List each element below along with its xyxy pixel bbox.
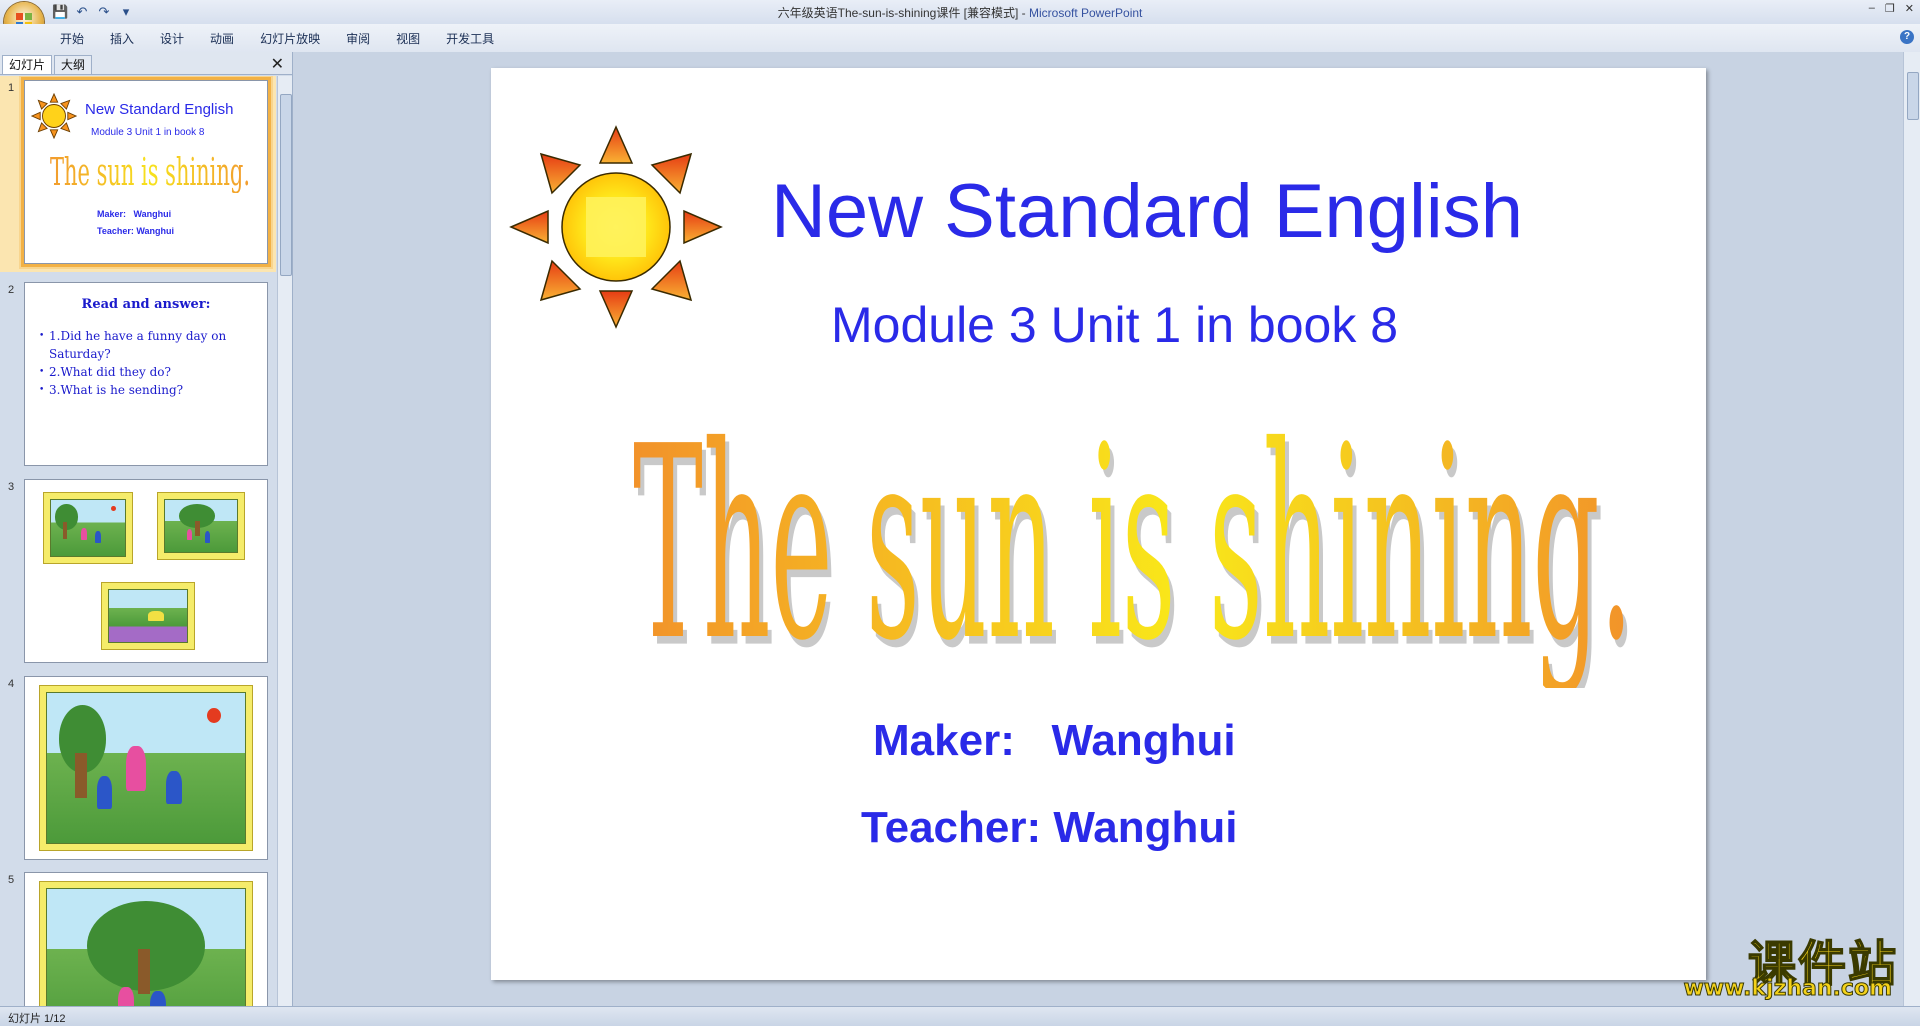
slide-editing-area: New Standard English Module 3 Unit 1 in …: [293, 52, 1903, 1006]
document-title: 六年级英语The-sun-is-shining课件 [兼容模式] -: [777, 6, 1029, 20]
thumb-heading: Read and answer:: [81, 297, 211, 312]
question-list: 1.Did he have a funny day on Saturday? 2…: [39, 327, 259, 399]
tab-review[interactable]: 审阅: [346, 30, 384, 47]
slide-number: 2: [8, 284, 15, 296]
picture: [101, 582, 195, 650]
slide-number: 3: [8, 481, 15, 493]
list-item: 3.What is he sending?: [39, 381, 259, 399]
help-icon[interactable]: ?: [1900, 30, 1914, 44]
slide-position: 幻灯片 1/12: [8, 1013, 66, 1025]
picture: [43, 492, 133, 564]
watermark-url: www.kjzhan.com: [1683, 976, 1893, 1002]
thumb-subtitle: Module 3 Unit 1 in book 8: [91, 127, 205, 138]
close-icon[interactable]: ✕: [1905, 2, 1914, 15]
thumb-teacher: Teacher: Wanghui: [97, 226, 175, 236]
close-panel-icon[interactable]: ✕: [271, 54, 284, 74]
tab-outline[interactable]: 大纲: [54, 55, 93, 74]
tab-slides[interactable]: 幻灯片: [2, 55, 53, 74]
window-controls: – ❐ ✕: [1869, 2, 1914, 15]
ribbon: 开始 插入 设计 动画 幻灯片放映 审阅 视图 开发工具 ?: [0, 24, 1920, 53]
sun-icon: [31, 93, 77, 139]
slide-thumbnails: 1 New Standard English Module 3 Unit 1 i…: [0, 76, 276, 1006]
slide-preview: [24, 479, 268, 663]
slide-subtitle[interactable]: Module 3 Unit 1 in book 8: [831, 296, 1631, 354]
list-item: 2.What did they do?: [39, 363, 259, 381]
panel-tabs: 幻灯片 大纲 ✕: [0, 52, 292, 75]
slide-title[interactable]: New Standard English: [771, 168, 1671, 255]
picture: [157, 492, 245, 560]
tab-home[interactable]: 开始: [60, 30, 98, 47]
slides-panel: 幻灯片 大纲 ✕ 1 New Standard English Module 3…: [0, 52, 293, 1006]
teacher-line[interactable]: Teacher: Wanghui: [861, 803, 1237, 853]
ribbon-tabs: 开始 插入 设计 动画 幻灯片放映 审阅 视图 开发工具: [60, 30, 520, 47]
thumbnail-scrollbar[interactable]: [277, 76, 292, 1006]
slide-preview: [24, 676, 268, 860]
app-name: Microsoft PowerPoint: [1029, 6, 1143, 20]
restore-icon[interactable]: ❐: [1885, 2, 1895, 15]
watermark-logo: 课件站 www.kjzhan.com: [1668, 924, 1898, 1004]
slide-scrollbar[interactable]: [1903, 52, 1920, 1006]
thumb-maker: Maker: Wanghui: [97, 209, 172, 219]
slide-number: 1: [8, 82, 15, 94]
minimize-icon[interactable]: –: [1869, 2, 1875, 15]
tab-insert[interactable]: 插入: [110, 30, 148, 47]
slide-number: 5: [8, 874, 15, 886]
thumb-wordart: The sun is shining.: [50, 150, 250, 193]
sun-icon: [509, 125, 723, 329]
thumb-title: New Standard English: [85, 101, 234, 118]
wordart-title[interactable]: The sun is shining. The sun is shining.: [583, 368, 1683, 688]
slide-preview: Read and answer: 1.Did he have a funny d…: [24, 282, 268, 466]
current-slide[interactable]: New Standard English Module 3 Unit 1 in …: [491, 68, 1706, 980]
wordart-text: The sun is shining.: [633, 391, 1633, 688]
slide-number: 4: [8, 678, 15, 690]
list-item: 1.Did he have a funny day on Saturday?: [39, 327, 259, 363]
title-bar: 💾 ↶ ↷ ▾ 六年级英语The-sun-is-shining课件 [兼容模式]…: [0, 0, 1920, 42]
tab-animations[interactable]: 动画: [210, 30, 248, 47]
status-bar: 幻灯片 1/12: [0, 1006, 1920, 1026]
slide-preview: New Standard English Module 3 Unit 1 in …: [24, 80, 268, 264]
slide-preview: [24, 872, 268, 1006]
tab-design[interactable]: 设计: [160, 30, 198, 47]
maker-line[interactable]: Maker: Wanghui: [873, 716, 1236, 766]
thumb-wordart-text: The sun is shining.: [50, 150, 250, 193]
picture: [39, 685, 253, 851]
tab-view[interactable]: 视图: [396, 30, 434, 47]
window-title: 六年级英语The-sun-is-shining课件 [兼容模式] - Micro…: [0, 4, 1920, 21]
tab-developer[interactable]: 开发工具: [446, 30, 508, 47]
picture: [39, 881, 253, 1006]
tab-slideshow[interactable]: 幻灯片放映: [260, 30, 334, 47]
